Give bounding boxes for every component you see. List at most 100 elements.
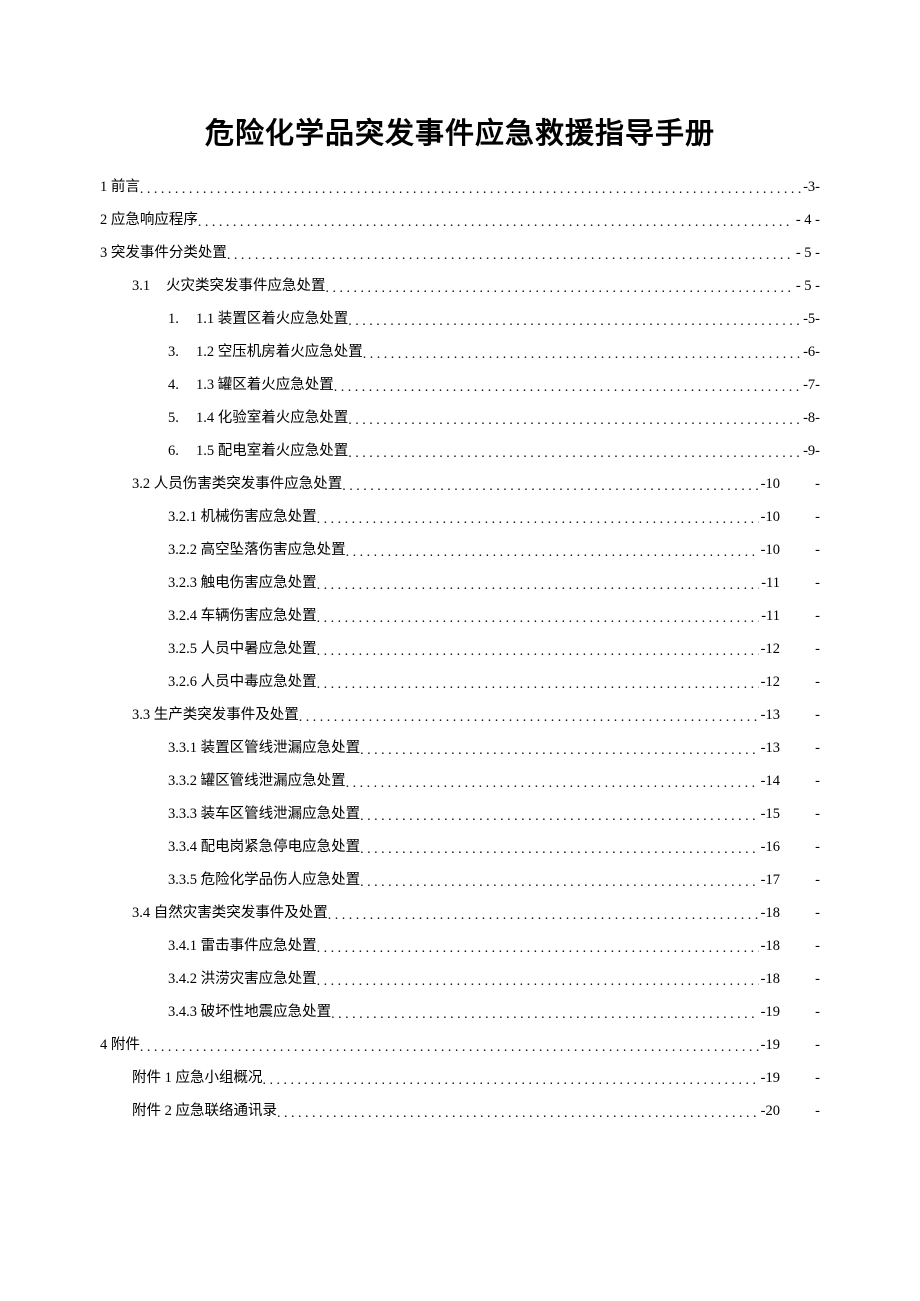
toc-entry-page: -10 xyxy=(759,543,780,558)
toc-entry-page: -5- xyxy=(801,312,820,327)
toc-entry-page: -20 xyxy=(759,1104,780,1119)
toc-entry: 3.2.5 人员中暑应急处置 -12- xyxy=(100,642,820,657)
toc-entry-trail: - xyxy=(780,807,820,822)
toc-entry: 3.2.4 车辆伤害应急处置 -11- xyxy=(100,609,820,624)
toc-entry-page: -18 xyxy=(759,972,780,987)
toc-entry-label: 1 前言 xyxy=(100,180,140,195)
toc-entry: 3.3.3 装车区管线泄漏应急处置 -15- xyxy=(100,807,820,822)
toc-entry-label: 附件 2 应急联络通讯录 xyxy=(132,1104,277,1119)
toc-entry-label: 3 突发事件分类处置 xyxy=(100,246,227,261)
toc-entry: 附件 2 应急联络通讯录 -20- xyxy=(100,1104,820,1119)
toc-entry-label: 附件 1 应急小组概况 xyxy=(132,1071,263,1086)
toc-leader-dots xyxy=(346,546,759,560)
toc-leader-dots xyxy=(331,1008,759,1022)
toc-entry: 6.1.5 配电室着火应急处置 -9- xyxy=(100,444,820,459)
toc-leader-dots xyxy=(277,1107,759,1121)
toc-leader-dots xyxy=(263,1074,759,1088)
toc-leader-dots xyxy=(317,645,759,659)
toc-entry-number: 3. xyxy=(168,345,196,360)
toc-entry-label: 3.3.5 危险化学品伤人应急处置 xyxy=(168,873,360,888)
toc-entry-label: 1.3 罐区着火应急处置 xyxy=(196,378,334,393)
toc-entry-trail: - xyxy=(780,708,820,723)
toc-entry-trail: - xyxy=(780,543,820,558)
toc-entry-page: -8- xyxy=(801,411,820,426)
toc-entry-label: 4 附件 xyxy=(100,1038,140,1053)
toc-entry-page: -7- xyxy=(801,378,820,393)
toc-leader-dots xyxy=(346,777,759,791)
toc-leader-dots xyxy=(328,909,759,923)
toc-leader-dots xyxy=(360,810,759,824)
toc-entry: 3.2.3 触电伤害应急处置 -11- xyxy=(100,576,820,591)
toc-entry-page: -12 xyxy=(759,642,780,657)
toc-entry-trail: - xyxy=(780,1104,820,1119)
toc-entry-number: 4. xyxy=(168,378,196,393)
toc-entry-page: -16 xyxy=(759,840,780,855)
toc-entry-page: -13 xyxy=(759,741,780,756)
toc-entry: 附件 1 应急小组概况 -19- xyxy=(100,1071,820,1086)
toc-entry-page: -19 xyxy=(759,1005,780,1020)
toc-leader-dots xyxy=(140,1041,759,1055)
toc-entry-page: - 5 - xyxy=(794,246,820,261)
toc-entry-page: -17 xyxy=(759,873,780,888)
toc-leader-dots xyxy=(360,744,759,758)
toc-leader-dots xyxy=(360,876,759,890)
toc-entry-page: - 4 - xyxy=(794,213,820,228)
toc-leader-dots xyxy=(317,975,759,989)
toc-entry-page: - 5 - xyxy=(794,279,820,294)
toc-entry: 3.2.2 高空坠落伤害应急处置 -10- xyxy=(100,543,820,558)
toc-entry: 4.1.3 罐区着火应急处置 -7- xyxy=(100,378,820,393)
toc-entry: 3.4.3 破坏性地震应急处置 -19- xyxy=(100,1005,820,1020)
toc-entry-label: 3.2.5 人员中暑应急处置 xyxy=(168,642,317,657)
toc-leader-dots xyxy=(348,414,801,428)
toc-entry-page: -11 xyxy=(759,609,780,624)
toc-entry-trail: - xyxy=(780,1038,820,1053)
toc-entry-page: -14 xyxy=(759,774,780,789)
toc-entry-label: 1.1 装置区着火应急处置 xyxy=(196,312,348,327)
toc-leader-dots xyxy=(363,348,801,362)
toc-entry-label: 3.3.2 罐区管线泄漏应急处置 xyxy=(168,774,346,789)
toc-entry-page: -18 xyxy=(759,906,780,921)
toc-entry-label: 1.2 空压机房着火应急处置 xyxy=(196,345,363,360)
toc-entry: 4 附件 -19- xyxy=(100,1038,820,1053)
toc-entry-trail: - xyxy=(780,906,820,921)
toc-entry-label: 3.2.3 触电伤害应急处置 xyxy=(168,576,317,591)
toc-entry: 3.2 人员伤害类突发事件应急处置 -10- xyxy=(100,477,820,492)
toc-entry-trail: - xyxy=(780,477,820,492)
toc-entry-trail: - xyxy=(780,609,820,624)
toc-entry: 3.4.1 雷击事件应急处置 -18- xyxy=(100,939,820,954)
toc-entry-trail: - xyxy=(780,675,820,690)
toc-entry-label: 3.3.1 装置区管线泄漏应急处置 xyxy=(168,741,360,756)
toc-entry-page: -3- xyxy=(801,180,820,195)
toc-entry-page: -10 xyxy=(759,477,780,492)
toc-leader-dots xyxy=(317,678,759,692)
toc-entry-number: 1. xyxy=(168,312,196,327)
toc-entry-trail: - xyxy=(780,873,820,888)
toc-entry-number: 5. xyxy=(168,411,196,426)
toc-leader-dots xyxy=(299,711,759,725)
toc-entry-page: -9- xyxy=(801,444,820,459)
document-title: 危险化学品突发事件应急救援指导手册 xyxy=(100,110,820,152)
toc-leader-dots xyxy=(140,183,801,197)
toc-leader-dots xyxy=(342,480,758,494)
toc-entry-trail: - xyxy=(780,642,820,657)
toc-entry-label: 3.2 人员伤害类突发事件应急处置 xyxy=(132,477,342,492)
toc-entry-label: 3.2.6 人员中毒应急处置 xyxy=(168,675,317,690)
toc-entry: 3 突发事件分类处置 - 5 - xyxy=(100,246,820,261)
toc-leader-dots xyxy=(360,843,759,857)
toc-entry-label: 3.3 生产类突发事件及处置 xyxy=(132,708,299,723)
toc-entry-number: 3.1 xyxy=(132,279,166,294)
toc-entry: 3.1.2 空压机房着火应急处置 -6- xyxy=(100,345,820,360)
toc-entry-page: -12 xyxy=(759,675,780,690)
toc-entry-page: -10 xyxy=(759,510,780,525)
toc-entry-trail: - xyxy=(780,774,820,789)
toc-entry: 3.4 自然灾害类突发事件及处置 -18- xyxy=(100,906,820,921)
toc-entry-trail: - xyxy=(780,741,820,756)
toc-entry: 3.3.1 装置区管线泄漏应急处置 -13- xyxy=(100,741,820,756)
toc-entry: 3.3 生产类突发事件及处置 -13- xyxy=(100,708,820,723)
toc-entry-trail: - xyxy=(780,510,820,525)
toc-entry-label: 3.4 自然灾害类突发事件及处置 xyxy=(132,906,328,921)
toc-entry: 3.1火灾类突发事件应急处置 - 5 - xyxy=(100,279,820,294)
toc-entry: 3.2.1 机械伤害应急处置 -10- xyxy=(100,510,820,525)
toc-entry-label: 1.4 化验室着火应急处置 xyxy=(196,411,348,426)
toc-entry-page: -19 xyxy=(759,1038,780,1053)
